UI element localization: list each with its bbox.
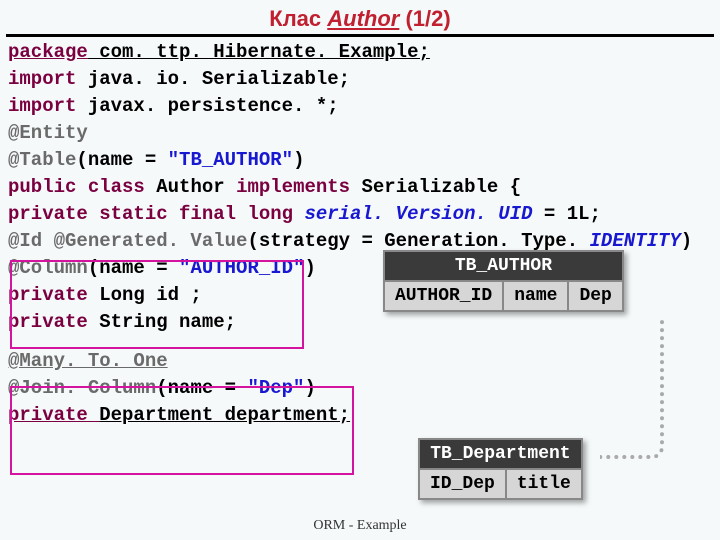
title-word: Author bbox=[327, 6, 399, 31]
slide-title: Клас Author (1/2) bbox=[0, 0, 720, 34]
db-col: AUTHOR_ID bbox=[384, 281, 503, 311]
code-line: import java. io. Serializable; bbox=[8, 66, 712, 93]
db-table-author-name: TB_AUTHOR bbox=[384, 251, 623, 281]
footer-text: ORM - Example bbox=[0, 518, 720, 534]
db-table-department: TB_Department ID_Dep title bbox=[418, 438, 583, 500]
code-line: public class Author implements Serializa… bbox=[8, 174, 712, 201]
db-table-author: TB_AUTHOR AUTHOR_ID name Dep bbox=[383, 250, 624, 312]
code-line: @Table(name = "TB_AUTHOR") bbox=[8, 147, 712, 174]
db-table-dept-name: TB_Department bbox=[419, 439, 582, 469]
code-line: package com. ttp. Hibernate. Example; bbox=[8, 39, 712, 66]
db-col: name bbox=[503, 281, 568, 311]
fk-connector bbox=[600, 320, 664, 459]
code-line: import javax. persistence. *; bbox=[8, 93, 712, 120]
db-col: ID_Dep bbox=[419, 469, 506, 499]
title-suffix: (1/2) bbox=[399, 6, 450, 31]
db-col: Dep bbox=[568, 281, 622, 311]
code-line: private static final long serial. Versio… bbox=[8, 201, 712, 228]
db-col: title bbox=[506, 469, 582, 499]
code-line: @Entity bbox=[8, 120, 712, 147]
title-prefix: Клас bbox=[269, 6, 327, 31]
